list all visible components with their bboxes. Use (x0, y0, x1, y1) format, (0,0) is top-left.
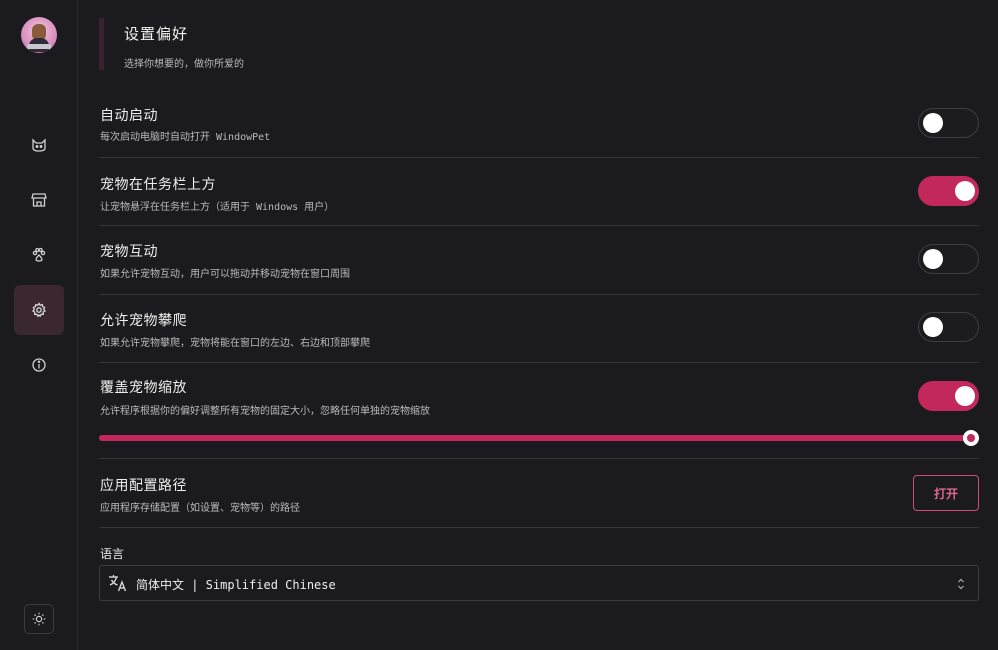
page-title: 设置偏好 (124, 25, 189, 43)
language-select[interactable]: 简体中文 | Simplified Chinese (99, 565, 979, 601)
setting-auto-start: 自动启动 每次启动电脑时自动打开 WindowPet (99, 92, 979, 158)
toggle-knob (923, 113, 943, 133)
setting-title: 宠物互动 (100, 244, 158, 260)
open-config-path-button[interactable]: 打开 (913, 475, 979, 511)
override-scale-toggle[interactable] (918, 381, 979, 411)
pet-interaction-toggle[interactable] (918, 244, 979, 274)
theme-toggle-button[interactable] (24, 604, 54, 634)
nav-settings[interactable] (14, 285, 64, 335)
page-header: 设置偏好 选择你想要的，做你所爱的 (99, 18, 499, 70)
setting-description: 如果允许宠物攀爬，宠物将能在窗口的左边、右边和顶部攀爬 (100, 338, 370, 349)
auto-start-toggle[interactable] (918, 108, 979, 138)
pet-climb-toggle[interactable] (918, 312, 979, 342)
cat-icon (32, 138, 46, 152)
setting-config-path: 应用配置路径 应用程序存储配置（如设置、宠物等）的路径 (99, 459, 979, 528)
language-label: 语言 (100, 547, 125, 561)
info-icon (32, 358, 46, 372)
setting-above-taskbar: 宠物在任务栏上方 让宠物悬浮在任务栏上方（适用于 Windows 用户） (99, 158, 979, 226)
setting-description: 应用程序存储配置（如设置、宠物等）的路径 (100, 503, 300, 514)
nav-shop[interactable] (14, 175, 64, 225)
setting-description: 允许程序根据你的偏好调整所有宠物的固定大小，忽略任何单独的宠物缩放 (100, 406, 430, 417)
nav-add-pet[interactable] (14, 230, 64, 280)
paw-icon (32, 247, 46, 262)
above-taskbar-toggle[interactable] (918, 176, 979, 206)
pet-avatar[interactable] (21, 17, 57, 53)
sun-icon (32, 612, 46, 626)
pet-scale-slider[interactable] (99, 435, 971, 441)
pet-scale-slider-thumb[interactable] (963, 430, 979, 446)
toggle-knob (923, 249, 943, 269)
setting-title: 覆盖宠物缩放 (100, 380, 187, 396)
store-icon (31, 193, 47, 207)
sidebar (0, 0, 78, 650)
setting-description: 每次启动电脑时自动打开 WindowPet (100, 132, 271, 143)
translate-icon (109, 575, 127, 592)
setting-description: 如果允许宠物互动，用户可以拖动并移动宠物在窗口周围 (100, 269, 350, 280)
nav-pets[interactable] (14, 120, 64, 170)
avatar-laptop (27, 44, 51, 49)
language-selected-value: 简体中文 | Simplified Chinese (136, 578, 336, 592)
chevron-updown-icon (958, 578, 964, 590)
setting-title: 应用配置路径 (100, 478, 187, 494)
setting-title: 允许宠物攀爬 (100, 313, 187, 329)
setting-override-scale: 覆盖宠物缩放 允许程序根据你的偏好调整所有宠物的固定大小，忽略任何单独的宠物缩放 (99, 363, 979, 459)
page-subtitle: 选择你想要的，做你所爱的 (124, 59, 244, 70)
setting-description: 让宠物悬浮在任务栏上方（适用于 Windows 用户） (100, 202, 335, 213)
setting-title: 自动启动 (100, 108, 158, 124)
toggle-knob (955, 181, 975, 201)
toggle-knob (923, 317, 943, 337)
toggle-knob (955, 386, 975, 406)
setting-pet-interaction: 宠物互动 如果允许宠物互动，用户可以拖动并移动宠物在窗口周围 (99, 226, 979, 295)
setting-title: 宠物在任务栏上方 (100, 177, 216, 193)
setting-pet-climb: 允许宠物攀爬 如果允许宠物攀爬，宠物将能在窗口的左边、右边和顶部攀爬 (99, 295, 979, 363)
gear-icon (32, 302, 46, 318)
nav-about[interactable] (14, 340, 64, 390)
